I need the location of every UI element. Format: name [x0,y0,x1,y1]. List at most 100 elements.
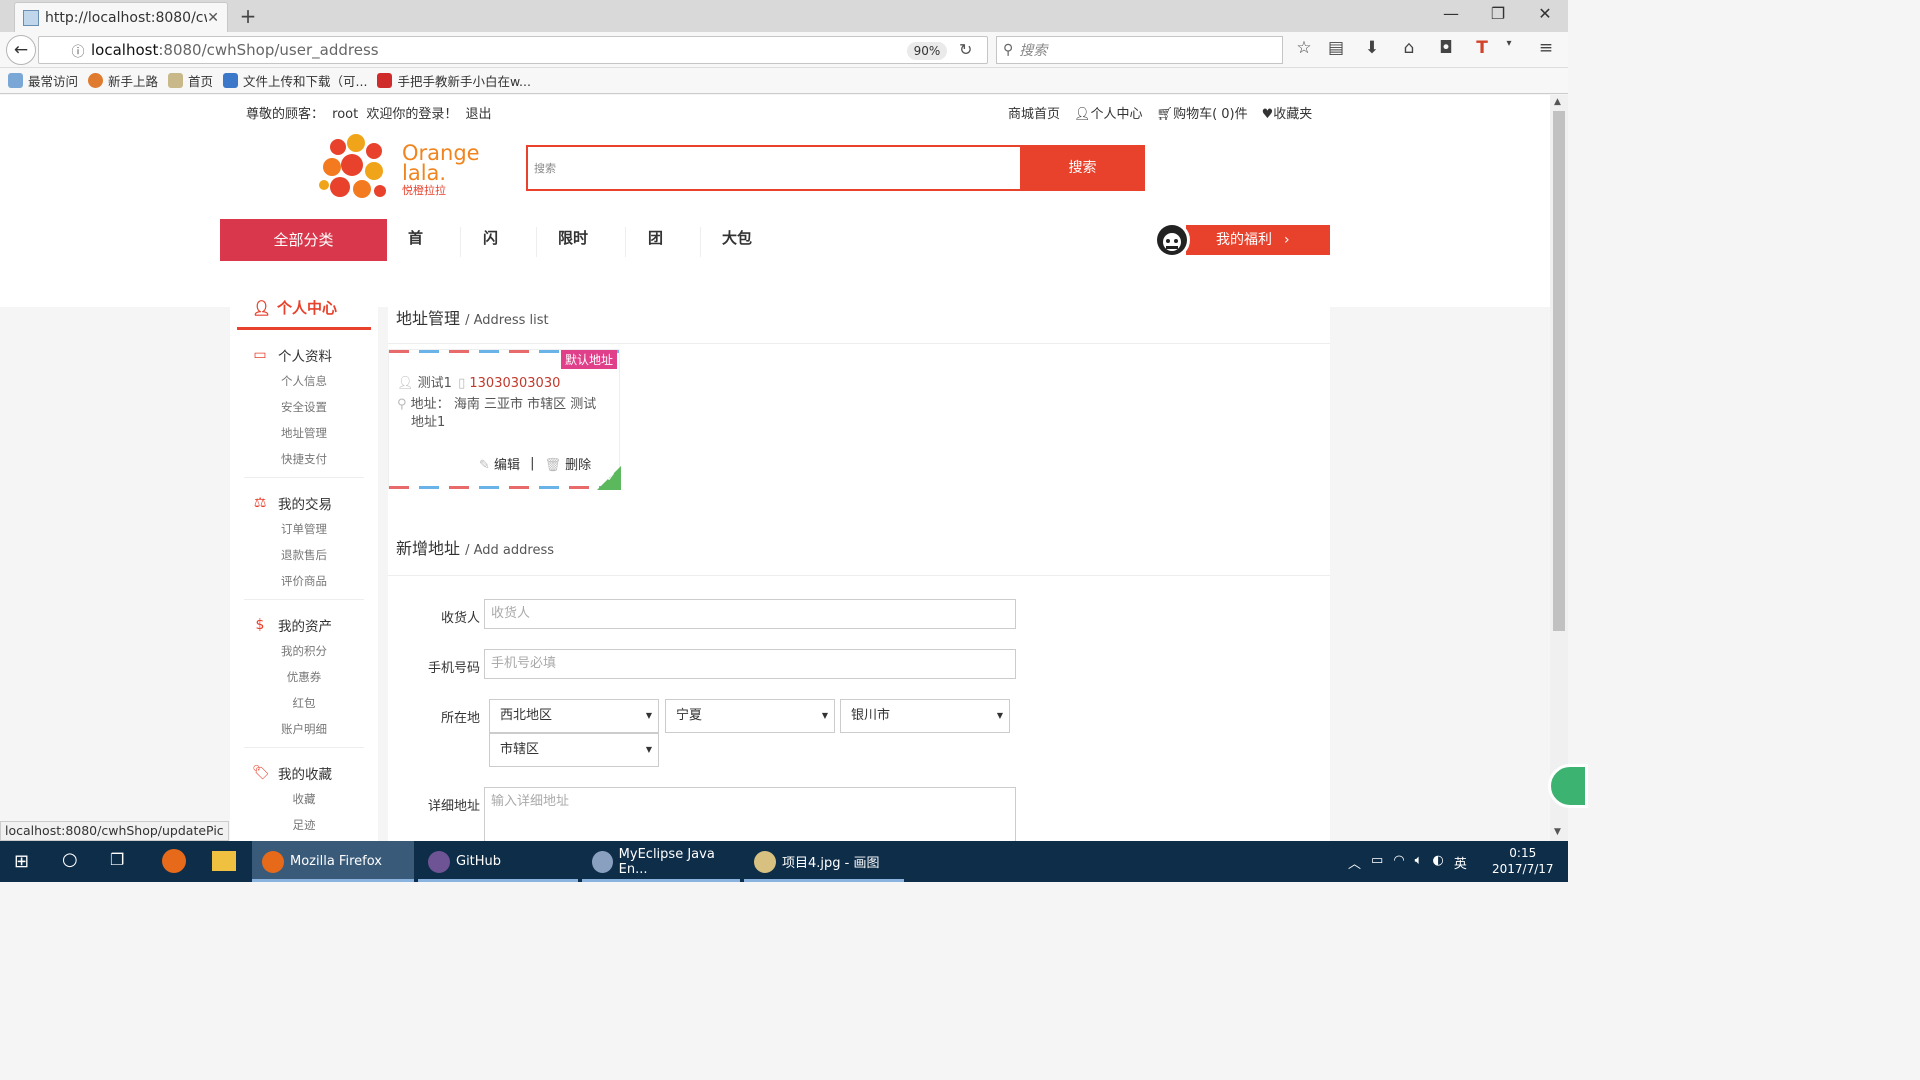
delete-address-button[interactable]: 🗑︎ 删除 [544,454,591,473]
reading-list-icon[interactable]: ▤ [1324,38,1348,58]
firefox-pinned-icon[interactable] [162,849,186,873]
github-icon [428,850,450,873]
sidebar-group-profile[interactable]: ▭ 个人资料 [252,345,332,365]
minimize-icon[interactable]: — [1436,4,1466,23]
wifi-icon[interactable]: ◠ [1393,853,1404,872]
zoom-level[interactable]: 90% [907,42,947,60]
battery-icon[interactable]: ▭ [1371,853,1383,872]
nav-item-group[interactable]: 团 [648,227,663,248]
bookmark-item[interactable]: 首页 [168,71,213,90]
restore-icon[interactable]: ❐ [1483,4,1513,23]
personal-center-link[interactable]: 👤︎个人中心 [1074,103,1143,122]
pocket-icon[interactable]: ◘ [1434,38,1458,58]
address-card[interactable]: 默认地址 👤︎ 测试1 ▯ 13030303030 ⚲ 地址： 海南 三亚市 市… [388,349,621,490]
download-icon[interactable]: ⬇ [1360,38,1384,58]
cortana-icon[interactable]: ○ [62,849,78,870]
file-explorer-icon[interactable] [212,851,236,871]
sidebar-item-reviews[interactable]: 评价商品 [230,573,378,589]
receiver-name: 测试1 [417,376,452,391]
sidebar-item-address[interactable]: 地址管理 [230,425,378,441]
site-search-button[interactable]: 搜索 [1020,145,1145,191]
info-icon[interactable]: ⓘ [65,41,91,60]
taskbar-paint[interactable]: 项目4.jpg - 画图 [744,841,904,882]
sidebar-item-quick-pay[interactable]: 快捷支付 [230,451,378,467]
clock[interactable]: 0:15 2017/7/17 [1492,845,1554,877]
mall-home-link[interactable]: 商城首页 [1008,103,1060,122]
sidebar: 👤︎ 个人中心 ▭ 个人资料 个人信息 安全设置 地址管理 快捷支付 ⚖ 我的交易 订… [230,285,378,841]
scroll-up-icon[interactable]: ▲ [1554,97,1561,107]
sidebar-group-assets[interactable]: $ 我的资产 [252,615,332,635]
weather-icon[interactable]: ◐ [1432,853,1443,872]
scroll-down-icon[interactable]: ▼ [1554,827,1561,837]
sidebar-title: 👤︎ 个人中心 [252,299,338,317]
check-icon: ✓ [606,470,617,484]
page-scrollbar[interactable]: ▲ ▼ [1550,95,1568,841]
sidebar-divider [244,747,364,748]
taskbar-github[interactable]: GitHub [418,841,578,882]
sidebar-item-account-details[interactable]: 账户明细 [230,721,378,737]
district-select[interactable]: 市辖区 ▼ [489,733,659,767]
sidebar-item-personal-info[interactable]: 个人信息 [230,373,378,389]
sidebar-group-favorites[interactable]: 🏷︎ 我的收藏 [252,763,332,783]
sidebar-item-orders[interactable]: 订单管理 [230,521,378,537]
home-icon[interactable]: ⌂ [1397,38,1421,58]
favorites-link[interactable]: ♥收藏夹 [1262,103,1313,122]
sidebar-item-points[interactable]: 我的积分 [230,643,378,659]
back-arrow-icon[interactable]: ← [6,35,36,65]
windows-start-icon[interactable]: ⊞ [14,851,29,872]
default-address-badge: 默认地址 [561,350,618,369]
user-icon: 👤︎ [252,299,272,317]
sidebar-item-red-packets[interactable]: 红包 [230,695,378,711]
detail-address-textarea[interactable]: 输入详细地址 [484,787,1016,841]
all-categories-button[interactable]: 全部分类 [220,219,387,261]
nav-item-flash[interactable]: 闪 [483,227,498,248]
cart-link[interactable]: 🛒︎购物车( 0)件 [1157,103,1248,122]
scrollbar-thumb[interactable] [1553,111,1565,631]
sidebar-item-coupons[interactable]: 优惠券 [230,669,378,685]
detail-address-label: 详细地址 [427,799,480,814]
nav-item-bigpack[interactable]: 大包 [722,227,752,248]
browser-tab[interactable]: http://localhost:8080/cwh ✕ [14,2,228,32]
nav-item-home[interactable]: 首 [408,227,423,248]
close-window-icon[interactable]: ✕ [1530,4,1560,23]
floating-widget[interactable] [1548,764,1588,808]
input-language[interactable]: 英 [1454,853,1467,872]
task-view-icon[interactable]: ❐ [110,850,124,869]
sidebar-item-security[interactable]: 安全设置 [230,399,378,415]
bookmark-item[interactable]: 最常访问 [8,71,78,90]
bookmark-item[interactable]: 文件上传和下载（可... [223,71,367,90]
city-select[interactable]: 银川市 ▼ [840,699,1010,733]
logout-link[interactable]: 退出 [466,107,492,122]
sidebar-group-trade[interactable]: ⚖ 我的交易 [252,493,332,513]
close-tab-icon[interactable]: ✕ [207,10,219,26]
receiver-input[interactable]: 收货人 [484,599,1016,629]
browser-search-input[interactable]: ⚲ 搜索 [996,36,1283,64]
bookmark-item[interactable]: 手把手教新手小白在w... [377,71,531,90]
sidebar-item-refunds[interactable]: 退款售后 [230,547,378,563]
new-tab-icon[interactable]: + [236,4,260,28]
volume-icon[interactable]: 🔈︎ [1415,853,1423,872]
tray-chevron-icon[interactable]: ︿ [1348,853,1361,872]
translate-extension-icon[interactable]: T [1470,38,1494,58]
url-bar[interactable]: ⓘ localhost:8080/cwhShop/user_address 90… [38,36,988,64]
sidebar-item-footprints[interactable]: 足迹 [230,817,378,833]
site-logo[interactable]: Orange lala. 悦橙拉拉 [318,133,480,203]
sidebar-item-collect[interactable]: 收藏 [230,791,378,807]
sidebar-title-underline [237,327,371,330]
nav-item-limited[interactable]: 限时 [558,227,588,248]
bookmark-star-icon[interactable]: ☆ [1292,38,1316,58]
edit-address-button[interactable]: ✎ 编辑 [479,454,520,473]
extension-menu-chevron-icon[interactable]: ▾ [1497,38,1521,49]
url-host: localhost [91,41,159,59]
site-search-input[interactable]: 搜索 [526,145,1022,191]
reload-icon[interactable]: ↻ [959,40,972,59]
taskbar-firefox[interactable]: Mozilla Firefox [252,841,414,882]
avatar[interactable] [1154,222,1190,258]
province-select[interactable]: 宁夏 ▼ [665,699,835,733]
region-select[interactable]: 西北地区 ▼ [489,699,659,733]
phone-input[interactable]: 手机号必填 [484,649,1016,679]
hamburger-menu-icon[interactable]: ≡ [1534,38,1558,58]
taskbar-myeclipse[interactable]: MyEclipse Java En... [582,841,740,882]
bookmark-item[interactable]: 新手上路 [88,71,158,90]
my-welfare-button[interactable]: 我的福利 › [1186,225,1330,255]
